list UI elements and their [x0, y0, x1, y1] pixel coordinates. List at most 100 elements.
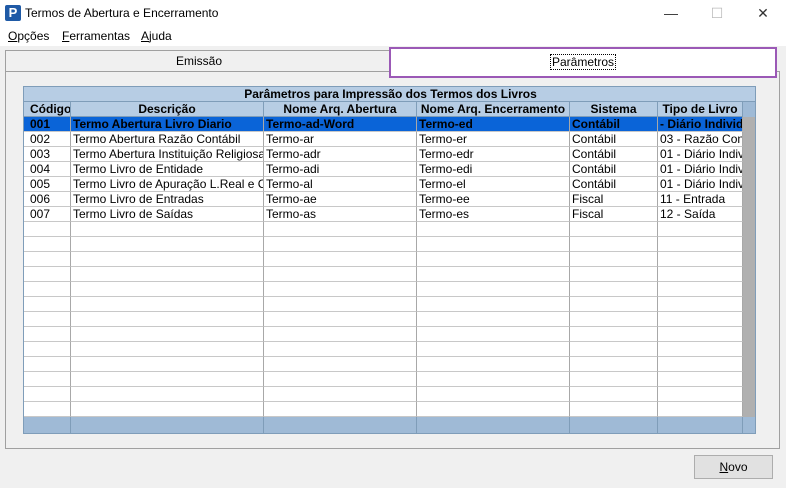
table-cell[interactable]	[71, 282, 264, 297]
table-row[interactable]: 003 Termo Abertura Instituição Religiosa T…	[24, 147, 743, 162]
table-row[interactable]: 001 Termo Abertura Livro Diario Termo-ad-W…	[24, 117, 743, 132]
table-cell[interactable]	[658, 402, 743, 417]
menu-opcoes[interactable]: Opções	[8, 29, 49, 43]
empty-row[interactable]	[24, 357, 743, 372]
empty-row[interactable]	[24, 267, 743, 282]
empty-row[interactable]	[24, 402, 743, 417]
table-cell[interactable]	[658, 222, 743, 237]
empty-row[interactable]	[24, 387, 743, 402]
table-cell[interactable]: Termo-edi	[417, 162, 570, 177]
table-cell[interactable]	[264, 297, 417, 312]
table-cell[interactable]	[417, 252, 570, 267]
table-cell[interactable]: Contábil	[570, 162, 658, 177]
table-cell[interactable]: Fiscal	[570, 192, 658, 207]
column-header-arq-abertura[interactable]: Nome Arq. Abertura	[264, 102, 417, 117]
table-cell[interactable]	[658, 357, 743, 372]
table-cell[interactable]	[24, 327, 71, 342]
table-cell[interactable]	[658, 372, 743, 387]
table-cell[interactable]	[71, 222, 264, 237]
table-cell[interactable]: Contábil	[570, 132, 658, 147]
table-cell[interactable]: 01 - Diário Individ	[658, 147, 743, 162]
table-cell[interactable]	[24, 267, 71, 282]
column-header-tipo-livro[interactable]: Tipo de Livro	[658, 102, 743, 117]
table-cell[interactable]	[71, 297, 264, 312]
table-cell[interactable]	[264, 372, 417, 387]
table-cell[interactable]	[417, 222, 570, 237]
table-cell[interactable]	[71, 267, 264, 282]
table-row[interactable]: 007 Termo Livro de Saídas Termo-as Termo-es…	[24, 207, 743, 222]
table-cell[interactable]: Termo-ar	[264, 132, 417, 147]
table-cell[interactable]	[71, 372, 264, 387]
table-cell[interactable]	[417, 402, 570, 417]
table-cell[interactable]	[24, 282, 71, 297]
table-cell[interactable]	[264, 222, 417, 237]
empty-row[interactable]	[24, 237, 743, 252]
menu-ajuda[interactable]: Ajuda	[141, 29, 172, 43]
table-cell[interactable]: Termo-ed	[417, 117, 570, 132]
maximize-icon[interactable]: ☐	[694, 0, 740, 27]
table-cell[interactable]: 01 - Diário Individ	[658, 177, 743, 192]
table-cell[interactable]	[24, 402, 71, 417]
table-cell[interactable]	[570, 237, 658, 252]
table-cell[interactable]	[71, 312, 264, 327]
table-cell[interactable]	[71, 357, 264, 372]
table-cell[interactable]: Termo-as	[264, 207, 417, 222]
empty-row[interactable]	[24, 252, 743, 267]
table-cell[interactable]: Termo Abertura Livro Diario	[71, 117, 264, 132]
column-header-descricao[interactable]: Descrição	[71, 102, 264, 117]
table-cell[interactable]	[417, 312, 570, 327]
empty-row[interactable]	[24, 222, 743, 237]
table-cell[interactable]	[417, 357, 570, 372]
empty-row[interactable]	[24, 327, 743, 342]
novo-button[interactable]: Novo	[694, 455, 773, 479]
table-cell[interactable]: 12 - Saída	[658, 207, 743, 222]
table-row[interactable]: 004 Termo Livro de Entidade Termo-adi Termo…	[24, 162, 743, 177]
table-cell[interactable]	[570, 387, 658, 402]
table-cell[interactable]	[570, 402, 658, 417]
table-cell[interactable]: Contábil	[570, 147, 658, 162]
menu-ferramentas[interactable]: Ferramentas	[62, 29, 130, 43]
table-cell[interactable]: Termo-el	[417, 177, 570, 192]
close-icon[interactable]: ✕	[740, 0, 786, 27]
table-cell[interactable]	[417, 387, 570, 402]
table-cell[interactable]: 11 - Entrada	[658, 192, 743, 207]
table-cell[interactable]	[658, 312, 743, 327]
table-cell[interactable]: Termo-er	[417, 132, 570, 147]
table-cell[interactable]: Termo-es	[417, 207, 570, 222]
table-cell[interactable]	[71, 237, 264, 252]
table-cell[interactable]: - Diário Individ	[658, 117, 743, 132]
table-cell[interactable]: 002	[24, 132, 71, 147]
table-cell[interactable]	[570, 222, 658, 237]
vertical-scrollbar[interactable]	[743, 117, 755, 417]
table-cell[interactable]	[71, 252, 264, 267]
table-cell[interactable]	[417, 267, 570, 282]
table-cell[interactable]: Termo Abertura Razão Contábil	[71, 132, 264, 147]
table-cell[interactable]: Termo-al	[264, 177, 417, 192]
table-cell[interactable]: Termo Livro de Saídas	[71, 207, 264, 222]
column-header-codigo[interactable]: Código	[24, 102, 71, 117]
table-cell[interactable]	[24, 222, 71, 237]
table-cell[interactable]: Contábil	[570, 117, 658, 132]
column-header-sistema[interactable]: Sistema	[570, 102, 658, 117]
table-cell[interactable]	[24, 357, 71, 372]
table-cell[interactable]: 005	[24, 177, 71, 192]
table-cell[interactable]	[570, 252, 658, 267]
table-cell[interactable]	[658, 267, 743, 282]
table-cell[interactable]	[24, 252, 71, 267]
table-cell[interactable]: Contábil	[570, 177, 658, 192]
table-cell[interactable]	[264, 237, 417, 252]
table-cell[interactable]: 01 - Diário Individ	[658, 162, 743, 177]
table-cell[interactable]: Termo-ae	[264, 192, 417, 207]
table-cell[interactable]	[24, 237, 71, 252]
tab-emissao[interactable]: Emissão	[5, 50, 393, 71]
table-cell[interactable]	[570, 297, 658, 312]
minimize-icon[interactable]: —	[648, 0, 694, 27]
table-cell[interactable]: Termo-ad-Word	[264, 117, 417, 132]
table-cell[interactable]: 003	[24, 147, 71, 162]
table-cell[interactable]	[658, 282, 743, 297]
table-cell[interactable]	[658, 252, 743, 267]
table-cell[interactable]	[71, 342, 264, 357]
table-cell[interactable]	[264, 282, 417, 297]
table-cell[interactable]: Fiscal	[570, 207, 658, 222]
table-cell[interactable]	[658, 342, 743, 357]
